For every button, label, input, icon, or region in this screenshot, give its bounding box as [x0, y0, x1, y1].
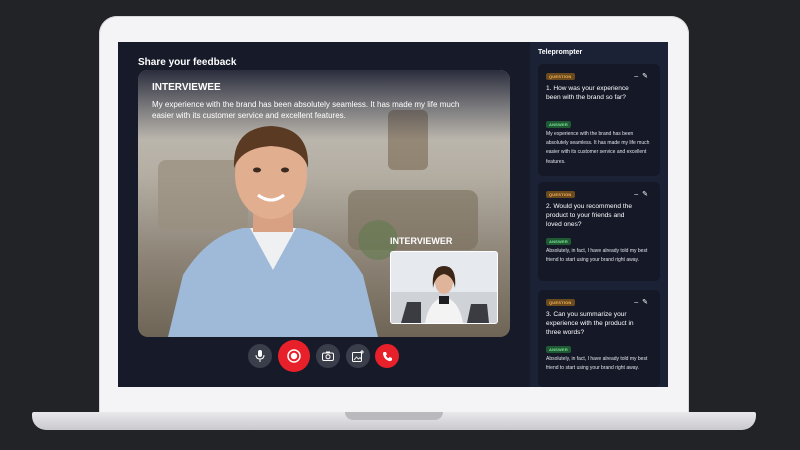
- question-tag: QUESTION: [546, 73, 575, 80]
- laptop-notch: [345, 412, 443, 420]
- edit-icon[interactable]: ✎: [642, 73, 652, 80]
- microphone-icon: [255, 350, 265, 362]
- page-title: Share your feedback: [138, 57, 237, 68]
- minimize-icon[interactable]: –: [634, 191, 642, 198]
- answer-tag: ANSWER: [546, 238, 571, 245]
- question-tag: QUESTION: [546, 299, 575, 306]
- interviewee-quote: My experience with the brand has been ab…: [152, 100, 460, 120]
- main-panel: Share your feedback INTERVIEWEE My exper…: [118, 42, 530, 387]
- main-video: INTERVIEWEE My experience with the brand…: [138, 70, 510, 337]
- add-media-button[interactable]: [346, 344, 370, 368]
- edit-icon[interactable]: ✎: [642, 299, 652, 306]
- record-icon: [287, 349, 301, 363]
- microphone-button[interactable]: [248, 344, 272, 368]
- question-text: 3. Can you summarize your experience wit…: [546, 311, 634, 336]
- interviewer-video-tile[interactable]: [390, 251, 498, 324]
- question-text: 1. How was your experience been with the…: [546, 85, 629, 101]
- answer-text: Absolutely, in fact, I have already told…: [546, 248, 648, 264]
- teleprompter-panel: Teleprompter QUESTION –✎ 1. How was your…: [530, 42, 668, 387]
- teleprompter-card: QUESTION –✎ 2. Would you recommend the p…: [538, 182, 660, 281]
- interviewee-label: INTERVIEWEE: [152, 82, 221, 93]
- end-call-button[interactable]: [375, 344, 399, 368]
- teleprompter-title: Teleprompter: [538, 49, 583, 56]
- camera-button[interactable]: [316, 344, 340, 368]
- teleprompter-card: QUESTION –✎ 1. How was your experience b…: [538, 64, 660, 176]
- answer-tag: ANSWER: [546, 121, 571, 128]
- answer-text: My experience with the brand has been ab…: [546, 131, 650, 165]
- camera-icon: [322, 351, 334, 361]
- record-button[interactable]: [278, 340, 310, 372]
- phone-icon: [382, 351, 392, 361]
- interviewer-video-person: [391, 252, 497, 323]
- interviewer-label: INTERVIEWER: [390, 236, 453, 246]
- question-tag: QUESTION: [546, 191, 575, 198]
- minimize-icon[interactable]: –: [634, 299, 642, 306]
- app-screen: Share your feedback INTERVIEWEE My exper…: [118, 42, 668, 387]
- minimize-icon[interactable]: –: [634, 73, 642, 80]
- answer-text: Absolutely, in fact, I have already told…: [546, 356, 648, 372]
- teleprompter-card: QUESTION –✎ 3. Can you summarize your ex…: [538, 290, 660, 387]
- add-photo-icon: [352, 350, 364, 362]
- question-text: 2. Would you recommend the product to yo…: [546, 203, 633, 228]
- edit-icon[interactable]: ✎: [642, 191, 652, 198]
- answer-tag: ANSWER: [546, 346, 571, 353]
